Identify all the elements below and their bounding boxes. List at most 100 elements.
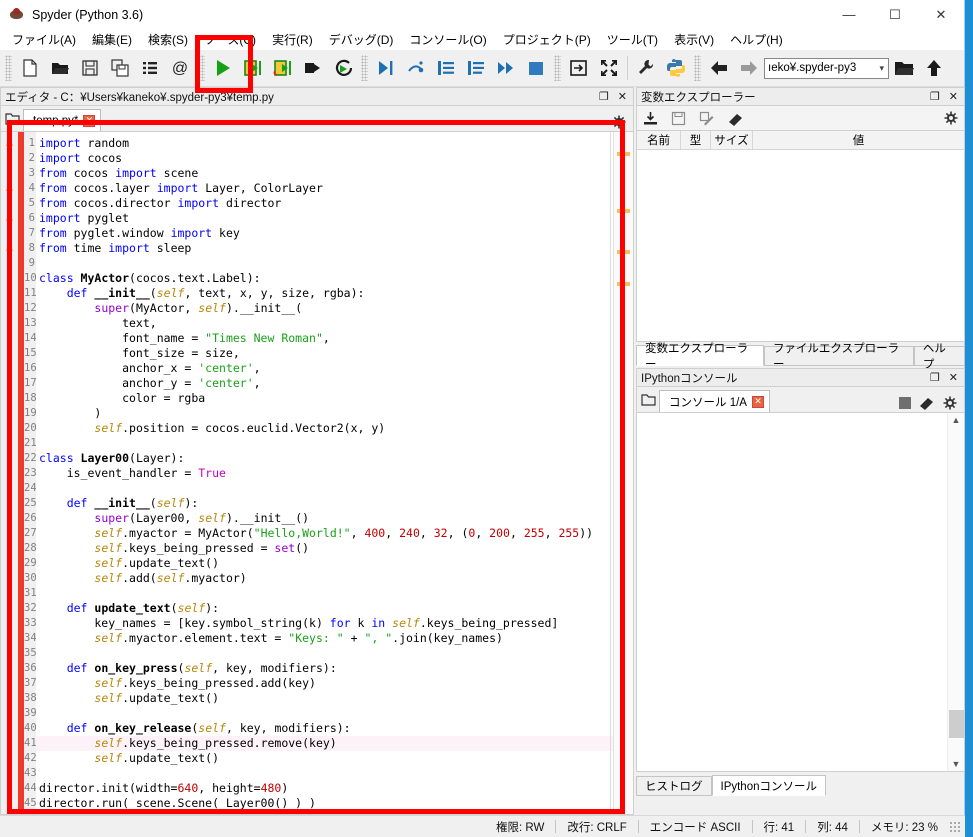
- import-data-icon[interactable]: [643, 111, 658, 126]
- save-data-icon[interactable]: [671, 111, 686, 126]
- tab-help[interactable]: ヘルプ: [913, 343, 965, 371]
- code-line[interactable]: def on_key_release(self, key, modifiers)…: [36, 721, 613, 736]
- new-file-icon[interactable]: [15, 53, 45, 83]
- file-list-icon[interactable]: [135, 53, 165, 83]
- code-line[interactable]: self.keys_being_pressed.add(key): [36, 676, 613, 691]
- scroll-flag-area[interactable]: [613, 132, 633, 814]
- menu-search[interactable]: 検索(S): [140, 29, 196, 50]
- code-line[interactable]: is_event_handler = True: [36, 466, 613, 481]
- variable-table[interactable]: 名前 型 サイズ 値: [636, 130, 965, 342]
- continue-icon[interactable]: [491, 53, 521, 83]
- code-line[interactable]: def __init__(self):: [36, 496, 613, 511]
- warning-flag-marker[interactable]: [617, 209, 630, 213]
- run-cell-icon[interactable]: [238, 53, 268, 83]
- menu-edit[interactable]: 編集(E): [84, 29, 140, 50]
- run-cell-advance-icon[interactable]: [268, 53, 298, 83]
- working-directory-input[interactable]: ıeko¥.spyder-py3 ▾: [764, 57, 889, 79]
- editor-tab-close-icon[interactable]: ✕: [83, 114, 96, 127]
- code-line[interactable]: text,: [36, 316, 613, 331]
- menu-console[interactable]: コンソール(O): [401, 29, 494, 50]
- step-into-icon[interactable]: [431, 53, 461, 83]
- code-line[interactable]: import cocos: [36, 151, 613, 166]
- debug-icon[interactable]: [371, 53, 401, 83]
- console-clear-icon[interactable]: [919, 396, 935, 410]
- code-line[interactable]: anchor_x = 'center',: [36, 361, 613, 376]
- code-line[interactable]: [36, 436, 613, 451]
- close-icon[interactable]: ✕: [918, 0, 964, 29]
- code-line[interactable]: self.myactor.element.text = "Keys: " + "…: [36, 631, 613, 646]
- console-scrollbar[interactable]: ▲ ▼: [947, 413, 964, 771]
- code-line[interactable]: import random: [36, 136, 613, 151]
- menu-tools[interactable]: ツール(T): [599, 29, 666, 50]
- code-line[interactable]: director.init(width=640, height=480): [36, 781, 613, 796]
- console-scroll-thumb[interactable]: [949, 710, 964, 738]
- code-line[interactable]: from cocos.director import director: [36, 196, 613, 211]
- menu-projects[interactable]: プロジェクト(P): [495, 29, 599, 50]
- step-return-icon[interactable]: [461, 53, 491, 83]
- browse-console-tabs-icon[interactable]: [637, 388, 659, 412]
- tab-variable-explorer[interactable]: 変数エクスプローラー: [636, 343, 764, 371]
- code-line[interactable]: def update_text(self):: [36, 601, 613, 616]
- code-line[interactable]: ): [36, 406, 613, 421]
- code-line[interactable]: [36, 256, 613, 271]
- preferences-icon[interactable]: [631, 53, 661, 83]
- code-line[interactable]: [36, 646, 613, 661]
- minimize-icon[interactable]: —: [826, 0, 872, 29]
- code-line[interactable]: class MyActor(cocos.text.Label):: [36, 271, 613, 286]
- console-tab-close-icon[interactable]: ✕: [751, 395, 764, 408]
- open-file-icon[interactable]: [45, 53, 75, 83]
- scroll-down-icon[interactable]: ▼: [952, 759, 961, 769]
- code-line[interactable]: import pyglet: [36, 211, 613, 226]
- variable-explorer-options-icon[interactable]: [944, 111, 958, 125]
- toolbar-grip-2[interactable]: [198, 55, 205, 81]
- toolbar-grip-4[interactable]: [554, 55, 561, 81]
- console-output-area[interactable]: ▲ ▼: [636, 412, 965, 772]
- warning-flag-marker[interactable]: [617, 152, 630, 156]
- code-line[interactable]: self.update_text(): [36, 751, 613, 766]
- toolbar-grip[interactable]: [5, 55, 12, 81]
- clear-variables-icon[interactable]: [727, 111, 744, 126]
- code-line[interactable]: anchor_y = 'center',: [36, 376, 613, 391]
- forward-icon[interactable]: [734, 53, 764, 83]
- code-line[interactable]: [36, 706, 613, 721]
- console-options-icon[interactable]: [943, 396, 957, 410]
- code-editor[interactable]: ⚠ ⚠ ⚠ ⚠ 1 2 3 4 5 6 7 8 9 10 11 12 13 14 15 16 17 18 19 20 21 22…: [0, 131, 634, 815]
- code-line[interactable]: self.update_text(): [36, 556, 613, 571]
- column-header-size[interactable]: サイズ: [711, 131, 753, 149]
- menu-run[interactable]: 実行(R): [264, 29, 321, 50]
- menu-file[interactable]: ファイル(A): [4, 29, 84, 50]
- variable-explorer-close-icon[interactable]: ✕: [949, 90, 958, 103]
- code-line[interactable]: font_name = "Times New Roman",: [36, 331, 613, 346]
- menu-debug[interactable]: デバッグ(D): [321, 29, 402, 50]
- code-line[interactable]: self.keys_being_pressed = set(): [36, 541, 613, 556]
- code-line[interactable]: font_size = size,: [36, 346, 613, 361]
- run-selection-icon[interactable]: [298, 53, 328, 83]
- code-line[interactable]: self.update_text(): [36, 691, 613, 706]
- scroll-up-icon[interactable]: ▲: [952, 415, 961, 425]
- console-text[interactable]: [637, 413, 947, 771]
- code-line[interactable]: super(MyActor, self).__init__(: [36, 301, 613, 316]
- tab-history-log[interactable]: ヒストログ: [636, 776, 712, 796]
- chevron-down-icon[interactable]: ▾: [879, 63, 884, 74]
- menu-help[interactable]: ヘルプ(H): [722, 29, 791, 50]
- column-header-type[interactable]: 型: [681, 131, 711, 149]
- toolbar-grip-3[interactable]: [361, 55, 368, 81]
- code-line[interactable]: self.position = cocos.euclid.Vector2(x, …: [36, 421, 613, 436]
- warning-flag-marker[interactable]: [617, 250, 630, 254]
- console-close-icon[interactable]: ✕: [949, 371, 958, 384]
- tab-file-explorer[interactable]: ファイルエクスプローラー: [763, 343, 914, 371]
- browse-tabs-icon[interactable]: [1, 107, 23, 131]
- variable-explorer-undock-icon[interactable]: ❐: [930, 90, 940, 103]
- back-icon[interactable]: [704, 53, 734, 83]
- editor-options-icon[interactable]: [612, 115, 626, 129]
- code-line[interactable]: self.keys_being_pressed.remove(key): [36, 736, 613, 751]
- code-line[interactable]: [36, 481, 613, 496]
- toolbar-grip-5[interactable]: [694, 55, 701, 81]
- save-file-icon[interactable]: [75, 53, 105, 83]
- rerun-icon[interactable]: [328, 53, 358, 83]
- save-all-icon[interactable]: [105, 53, 135, 83]
- save-as-icon[interactable]: [699, 111, 714, 126]
- menu-source[interactable]: ソース(C): [196, 29, 264, 50]
- code-line[interactable]: def on_key_press(self, key, modifiers):: [36, 661, 613, 676]
- code-line[interactable]: def __init__(self, text, x, y, size, rgb…: [36, 286, 613, 301]
